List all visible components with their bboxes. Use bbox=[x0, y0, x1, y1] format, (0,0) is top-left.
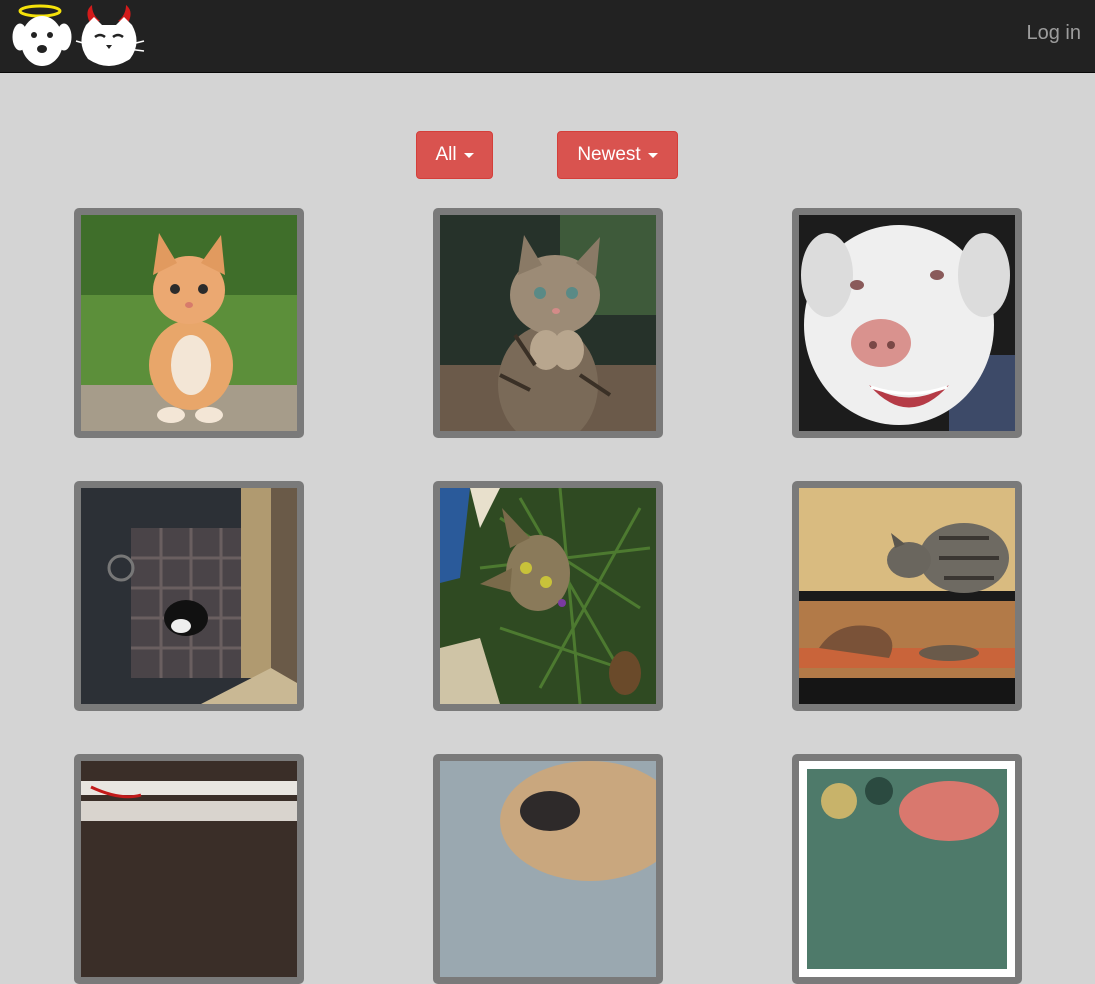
gallery-tile-cat-in-tree[interactable] bbox=[433, 481, 663, 711]
caret-down-icon bbox=[647, 152, 658, 158]
category-filter-label: All bbox=[435, 144, 457, 165]
login-link[interactable]: Log in bbox=[1027, 22, 1082, 45]
gallery-tile-partial-2[interactable] bbox=[433, 754, 663, 984]
pet-photo bbox=[799, 761, 1015, 977]
angel-dog-devil-cat-logo-icon[interactable] bbox=[10, 3, 146, 71]
pet-photo bbox=[81, 488, 297, 704]
gallery-tile-partial-1[interactable] bbox=[74, 754, 304, 984]
pet-photo bbox=[81, 215, 297, 431]
pet-photo bbox=[440, 761, 656, 977]
pet-photo bbox=[440, 488, 656, 704]
caret-down-icon bbox=[463, 152, 474, 158]
gallery-tile-partial-3[interactable] bbox=[792, 754, 1022, 984]
sort-order-dropdown[interactable]: Newest bbox=[557, 131, 678, 179]
gallery-tile-orange-kitten[interactable] bbox=[74, 208, 304, 438]
pet-photo bbox=[440, 215, 656, 431]
gallery-tile-praying-kitten[interactable] bbox=[433, 208, 663, 438]
top-navbar: Log in bbox=[0, 0, 1095, 73]
pet-photo bbox=[799, 488, 1015, 704]
gallery-tile-cat-on-shelf[interactable] bbox=[792, 481, 1022, 711]
gallery-tile-white-dog[interactable] bbox=[792, 208, 1022, 438]
category-filter-dropdown[interactable]: All bbox=[416, 131, 493, 179]
gallery-tile-cat-behind-glass[interactable] bbox=[74, 481, 304, 711]
pet-photo bbox=[81, 761, 297, 977]
sort-order-label: Newest bbox=[577, 144, 641, 165]
pet-photo bbox=[799, 215, 1015, 431]
